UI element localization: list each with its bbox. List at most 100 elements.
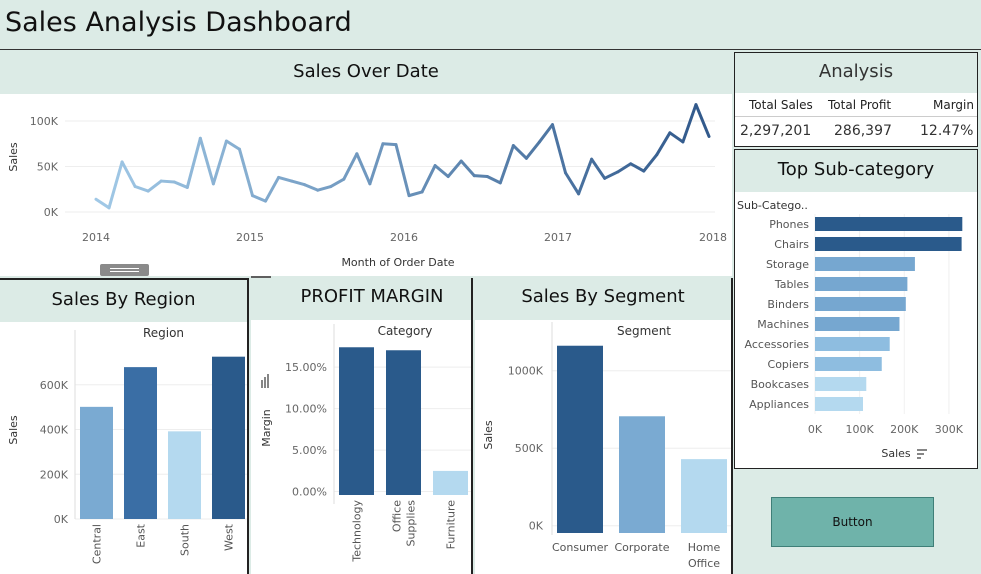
sort-icon <box>261 374 269 388</box>
line-segment <box>420 164 437 194</box>
line-segment <box>264 175 281 203</box>
action-button[interactable]: Button <box>771 497 934 547</box>
line-segment <box>329 177 346 189</box>
total-sales-value: 2,297,201 <box>740 123 812 139</box>
line-segment <box>629 162 646 173</box>
line-segment <box>303 183 320 192</box>
x-tick-label: Consumer <box>552 541 609 554</box>
x-tick-label: 100K <box>846 423 875 436</box>
bar <box>80 406 113 519</box>
y-tick-label: Copiers <box>768 358 810 371</box>
y-axis-label: Sales <box>482 420 495 450</box>
line-segment <box>355 152 372 186</box>
line-segment <box>251 194 268 203</box>
bar <box>815 377 867 391</box>
line-segment <box>316 185 333 192</box>
bar <box>815 257 915 271</box>
bar <box>815 317 900 331</box>
bar <box>815 297 906 311</box>
y-tick-label: 400K <box>40 424 69 437</box>
x-tick-label: 2014 <box>82 231 110 244</box>
line-segment <box>616 162 633 174</box>
line-segment <box>603 170 620 180</box>
line-segment <box>407 190 424 198</box>
y-tick-label: 15.00% <box>285 361 327 374</box>
line-segment <box>511 144 528 160</box>
y-tick-label: Tables <box>774 278 809 291</box>
bar <box>815 277 908 291</box>
bar <box>212 356 245 519</box>
bar <box>619 416 665 533</box>
y-tick-label: 0K <box>44 206 59 219</box>
y-tick-label: Binders <box>767 298 809 311</box>
profit-margin-title: PROFIT MARGIN <box>251 278 471 320</box>
profit-margin-chart: Category 0.00% 5.00% 10.00% 15.00% Technology… <box>260 324 471 563</box>
kpi-divider <box>735 116 977 117</box>
x-tick-label: 2015 <box>236 231 264 244</box>
y-tick-label: 600K <box>40 379 69 392</box>
x-tick-label: Corporate <box>615 541 670 554</box>
line-segment <box>459 159 476 178</box>
line-segment <box>433 164 450 179</box>
line-segment <box>472 174 489 179</box>
profit-margin-panel: PROFIT MARGIN Category 0.00% 5.00% 10.00% 15… <box>251 278 473 574</box>
sales-over-date-chart: 0K 50K 100K 2014 2015 2016 2017 2018 Month of Or… <box>7 103 727 269</box>
sales-by-region-title: Sales By Region <box>0 280 247 322</box>
x-tick-label: 300K <box>935 423 964 436</box>
drag-handle-icon[interactable] <box>100 264 149 276</box>
x-tick-label: South <box>179 524 192 556</box>
sales-by-region-chart: Region 0K 200K 400K 600K Central East South West… <box>7 326 247 564</box>
margin-value: 12.47% <box>920 123 974 139</box>
chart-header: Segment <box>617 324 671 338</box>
bar <box>815 237 962 251</box>
y-tick-label: 100K <box>30 115 59 128</box>
sales-over-date-panel: Sales Over Date 0K 50K 100K 2014 2015 2016 201… <box>0 52 732 276</box>
y-tick-label: Appliances <box>749 398 809 411</box>
total-profit-value: 286,397 <box>834 123 892 139</box>
line-segment <box>120 160 137 189</box>
line-segment <box>550 123 568 175</box>
line-segment <box>485 175 502 185</box>
x-tick-label: Supplies <box>405 500 418 547</box>
sales-by-segment-title: Sales By Segment <box>475 278 731 320</box>
line-segment <box>577 157 594 196</box>
total-sales-label: Total Sales <box>749 98 813 112</box>
y-tick-label: 0K <box>54 513 69 526</box>
bar <box>815 217 963 231</box>
bar <box>557 345 603 533</box>
line-segment <box>524 140 541 160</box>
chart-header: Category <box>378 324 433 338</box>
bar <box>124 367 157 519</box>
y-tick-label: Bookcases <box>751 378 810 391</box>
sort-icon <box>917 449 927 459</box>
y-axis-label: Sales <box>7 142 20 172</box>
y-tick-label: 500K <box>515 442 544 455</box>
bar <box>815 337 890 351</box>
y-axis-label: Margin <box>260 409 273 447</box>
line-segment <box>290 179 307 187</box>
line-segment <box>642 153 659 173</box>
line-segment <box>681 103 698 144</box>
line-segment <box>277 175 294 183</box>
x-tick-label: 0K <box>808 423 823 436</box>
sales-over-date-title: Sales Over Date <box>0 52 732 94</box>
line-segment <box>185 136 202 189</box>
top-sub-category-title: Top Sub-category <box>735 150 977 192</box>
y-tick-label: 0.00% <box>292 486 327 499</box>
line-segment <box>107 160 124 210</box>
x-tick-label: 200K <box>890 423 919 436</box>
line-segment <box>224 139 241 151</box>
bar <box>339 347 374 495</box>
bar <box>815 357 882 371</box>
line-segment <box>446 159 463 179</box>
x-tick-label: West <box>223 523 236 551</box>
y-tick-label: 5.00% <box>292 444 327 457</box>
line-segment <box>198 136 215 186</box>
bar <box>815 397 863 411</box>
x-tick-label: Office <box>688 557 720 570</box>
line-segment <box>94 197 111 210</box>
x-tick-label: Home <box>688 541 721 554</box>
x-tick-label: 2016 <box>390 231 418 244</box>
x-tick-label: 2017 <box>544 231 572 244</box>
y-tick-label: 50K <box>37 161 59 174</box>
